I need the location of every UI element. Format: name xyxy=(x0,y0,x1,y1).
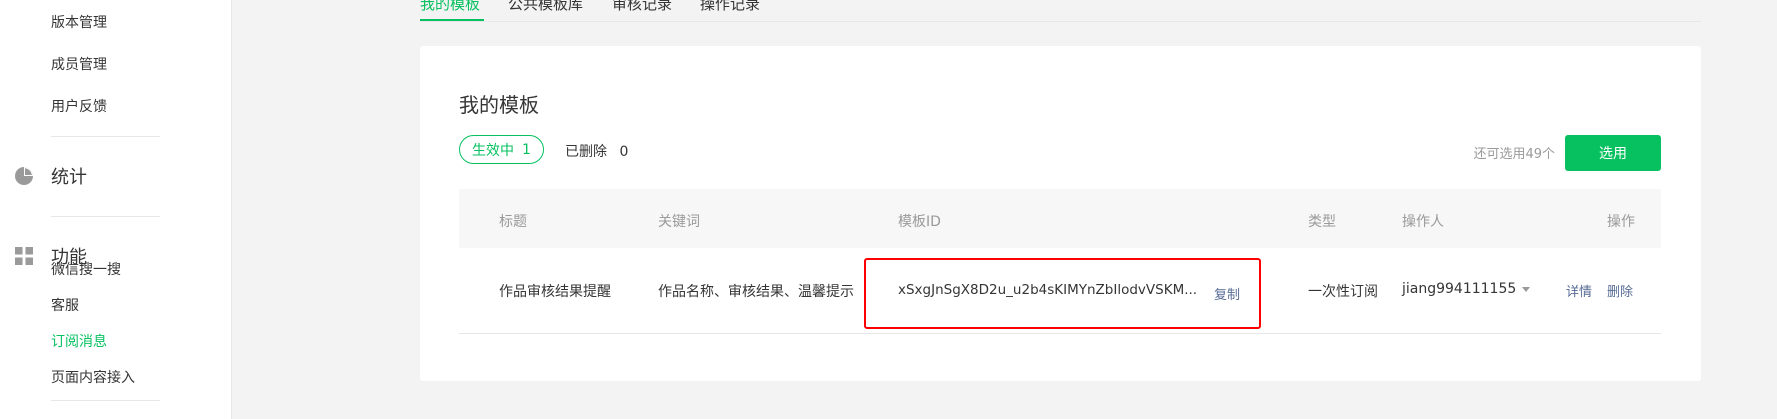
sidebar-group-stats-label: 统计 xyxy=(51,167,87,188)
select-template-button[interactable]: 选用 xyxy=(1565,135,1661,171)
row-title: 作品审核结果提醒 xyxy=(499,284,611,300)
sidebar-divider xyxy=(51,400,160,401)
template-id-highlight-box xyxy=(864,258,1261,329)
filter-deleted-label: 已删除 xyxy=(565,144,607,160)
filter-deleted-button[interactable]: 已删除 0 xyxy=(565,141,628,161)
my-templates-card: 我的模板 生效中 1 已删除 0 还可选用49个 选用 标题 关键词 模板ID … xyxy=(420,46,1701,381)
sidebar-item-wechat-search[interactable]: 微信搜一搜 xyxy=(51,259,121,279)
active-tab-indicator xyxy=(420,19,484,21)
header-actions: 操作 xyxy=(1607,214,1635,230)
header-operator: 操作人 xyxy=(1402,214,1444,230)
sidebar-divider xyxy=(51,216,160,217)
sidebar-group-stats[interactable]: 统计 xyxy=(14,164,87,188)
header-template-id: 模板ID xyxy=(898,214,941,230)
filter-deleted-count: 0 xyxy=(619,144,629,160)
filter-active-count: 1 xyxy=(522,141,531,158)
row-operator-name: jiang994111155 xyxy=(1402,281,1517,297)
header-keywords: 关键词 xyxy=(658,214,700,230)
remaining-quota-text: 还可选用49个 xyxy=(1473,147,1555,162)
pie-chart-icon xyxy=(14,166,34,186)
tab-public-template-library[interactable]: 公共模板库 xyxy=(508,0,583,13)
detail-link[interactable]: 详情 xyxy=(1566,281,1592,300)
row-operator[interactable]: jiang994111155 xyxy=(1402,281,1531,297)
sidebar-item-page-content-access[interactable]: 页面内容接入 xyxy=(51,367,135,387)
filter-active-label: 生效中 xyxy=(472,142,514,159)
sidebar-item-customer-service[interactable]: 客服 xyxy=(51,295,79,315)
card-title: 我的模板 xyxy=(459,93,539,117)
table-header: 标题 关键词 模板ID 类型 操作人 操作 xyxy=(459,189,1661,248)
grid-icon xyxy=(14,246,34,266)
header-type: 类型 xyxy=(1308,214,1336,230)
sidebar-item-user-feedback[interactable]: 用户反馈 xyxy=(51,96,107,116)
filter-active-button[interactable]: 生效中 1 xyxy=(459,135,544,164)
sidebar-item-subscription-messages[interactable]: 订阅消息 xyxy=(51,331,107,351)
tab-my-templates[interactable]: 我的模板 xyxy=(420,0,480,13)
sidebar: 版本管理 成员管理 用户反馈 统计 功能 微信搜一搜 客服 订阅消息 页面内容接… xyxy=(0,0,232,419)
header-title: 标题 xyxy=(499,214,527,230)
row-type: 一次性订阅 xyxy=(1308,284,1378,300)
sidebar-item-member-management[interactable]: 成员管理 xyxy=(51,54,107,74)
tab-review-records[interactable]: 审核记录 xyxy=(612,0,672,13)
tab-operation-records[interactable]: 操作记录 xyxy=(700,0,760,13)
chevron-down-icon xyxy=(1522,286,1531,292)
row-keywords: 作品名称、审核结果、温馨提示 xyxy=(658,284,854,300)
sidebar-divider xyxy=(51,136,160,137)
tab-bar: 我的模板 公共模板库 审核记录 操作记录 xyxy=(420,0,1701,22)
sidebar-item-version-management[interactable]: 版本管理 xyxy=(51,12,107,32)
delete-link[interactable]: 删除 xyxy=(1607,281,1633,300)
